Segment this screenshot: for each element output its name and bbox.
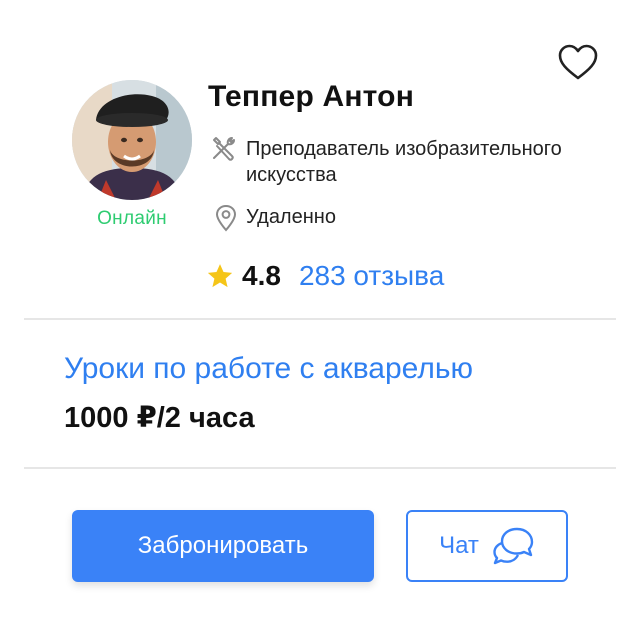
chat-button[interactable]: Чат	[406, 510, 568, 582]
star-icon	[207, 264, 233, 288]
avatar	[72, 80, 192, 200]
heart-icon[interactable]	[556, 42, 600, 82]
service-price: 1000 ₽/2 часа	[64, 402, 255, 434]
divider	[24, 318, 616, 320]
book-button[interactable]: Забронировать	[72, 510, 374, 582]
rating-value: 4.8	[242, 260, 281, 291]
online-status: Онлайн	[97, 208, 167, 229]
tutor-card: Онлайн Теппер Антон Преподаватель изобра…	[0, 0, 640, 640]
tutor-role: Преподаватель изобразительного искусства	[246, 138, 562, 186]
avatar-photo	[72, 80, 192, 200]
rating-row: 4.8 283 отзыва	[206, 256, 444, 296]
chat-button-label: Чат	[439, 532, 479, 559]
book-button-label: Забронировать	[137, 532, 309, 559]
divider	[24, 467, 616, 469]
service-title-link[interactable]: Уроки по работе с акварелью	[64, 352, 473, 386]
tools-icon	[213, 137, 235, 161]
reviews-link[interactable]: 283 отзыва	[299, 260, 444, 292]
chat-bubbles-icon	[493, 527, 534, 565]
tutor-location: Удаленно	[246, 206, 336, 228]
map-pin-icon	[215, 204, 237, 232]
tutor-name: Теппер Антон	[208, 80, 415, 113]
